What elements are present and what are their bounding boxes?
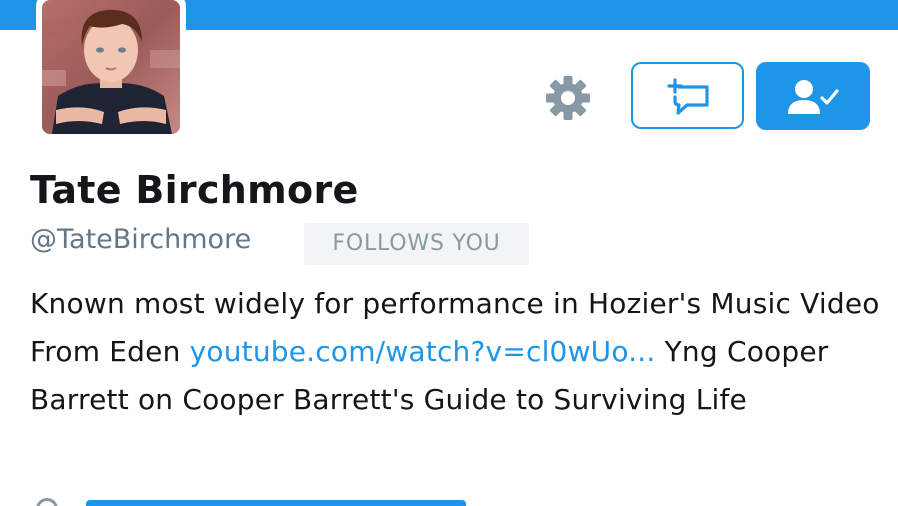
profile-meta-link[interactable] <box>86 500 466 506</box>
direct-message-button[interactable] <box>631 62 744 129</box>
bio-link[interactable]: youtube.com/watch?v=cl0wUo... <box>190 335 656 368</box>
profile-handle: @TateBirchmore <box>30 224 252 255</box>
avatar-photo <box>42 0 180 134</box>
following-button[interactable] <box>756 62 870 130</box>
profile-page: Tate Birchmore @TateBirchmore FOLLOWS YO… <box>0 0 898 506</box>
follows-you-badge: FOLLOWS YOU <box>304 223 529 265</box>
location-icon <box>36 498 58 506</box>
gear-icon[interactable] <box>544 74 592 122</box>
profile-bio: Known most widely for performance in Hoz… <box>30 280 880 424</box>
profile-meta-row <box>30 494 490 506</box>
avatar[interactable] <box>36 0 186 140</box>
person-check-icon <box>788 80 839 114</box>
profile-name: Tate Birchmore <box>30 168 359 212</box>
message-plus-icon <box>667 78 709 115</box>
avatar-photo-image <box>42 0 180 134</box>
